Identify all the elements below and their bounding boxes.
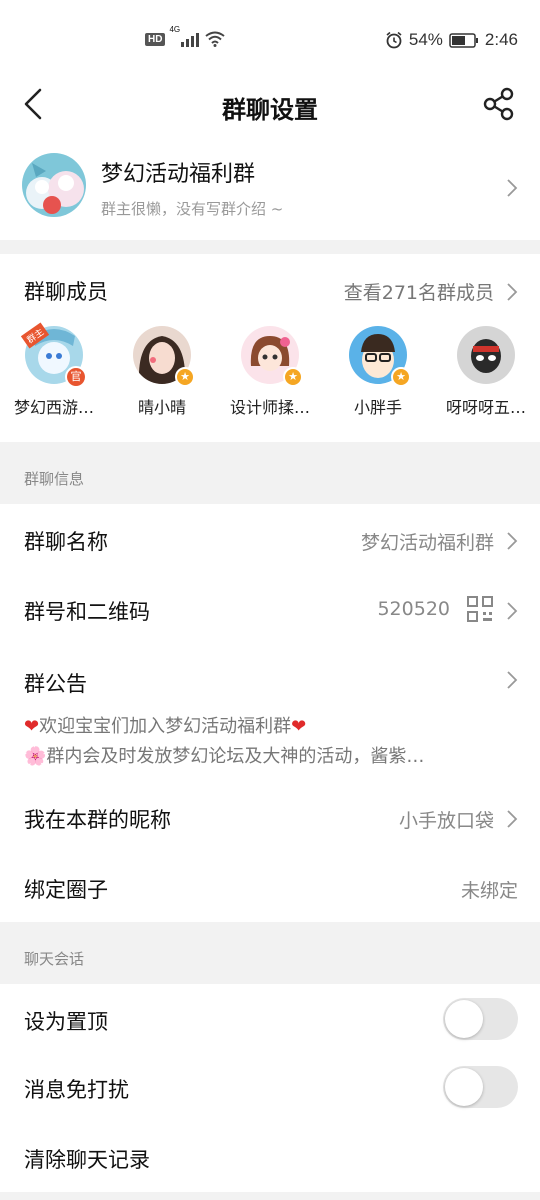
member-name: 呀呀呀五… [445, 398, 526, 417]
mute-toggle[interactable] [443, 1066, 518, 1108]
blossom-icon: 🌸 [24, 746, 47, 767]
bind-circle-value: 未绑定 [460, 880, 518, 902]
status-bar: HD 4G 54% 2:46 [0, 0, 540, 80]
toggle-knob [445, 1000, 483, 1038]
group-name-row[interactable]: 群聊名称 梦幻活动福利群 [0, 504, 540, 574]
group-profile-card[interactable]: 梦幻活动福利群 群主很懒，没有写群介绍 ~ [0, 136, 540, 240]
row-label: 群公告 [24, 672, 87, 696]
section-header-label: 群聊信息 [24, 470, 85, 488]
clear-history-row[interactable]: 清除聊天记录 [0, 1124, 540, 1192]
star-badge-icon: ★ [391, 367, 411, 387]
member-name: 设计师揉… [229, 398, 310, 417]
share-icon [483, 87, 514, 121]
network-indicators: HD 4G [145, 25, 226, 47]
members-title: 群聊成员 [24, 280, 108, 304]
battery-percent: 54% [408, 30, 443, 49]
member-name: 晴小晴 [137, 398, 186, 417]
pin-chat-toggle[interactable] [443, 998, 518, 1040]
view-all-members-link[interactable]: 查看271名群成员 [344, 278, 494, 305]
alarm-icon [386, 31, 402, 49]
row-label: 我在本群的昵称 [24, 808, 171, 832]
group-info-section: 群聊名称 梦幻活动福利群 群号和二维码 520520 群公告 ❤欢迎宝宝们加入梦… [0, 504, 540, 922]
chevron-right-icon [507, 602, 518, 620]
row-label: 设为置顶 [24, 1010, 108, 1034]
my-nickname-row[interactable]: 我在本群的昵称 小手放口袋 [0, 782, 540, 852]
chevron-right-icon [507, 532, 518, 550]
chevron-right-icon [507, 283, 518, 301]
official-badge: 官 [65, 366, 87, 388]
notice-text: 欢迎宝宝们加入梦幻活动福利群 [39, 716, 292, 737]
heart-icon: ❤ [291, 716, 307, 737]
avatar: ★ [349, 326, 411, 387]
group-name: 梦幻活动福利群 [101, 162, 256, 187]
member-item[interactable]: 群主 官 梦幻西游… [0, 322, 108, 418]
group-description: 群主很懒，没有写群介绍 ~ [101, 200, 284, 218]
notice-text: 群内会及时发放梦幻论坛及大神的活动，酱紫… [46, 746, 425, 767]
chevron-right-icon [507, 810, 518, 828]
member-name: 小胖手 [353, 398, 402, 417]
mute-row: 消息免打扰 [0, 1054, 540, 1124]
heart-icon: ❤ [24, 716, 40, 737]
chevron-right-icon [507, 671, 518, 689]
nav-bar: 群聊设置 [0, 76, 540, 136]
avatar: ★ [133, 326, 195, 387]
system-indicators: 54% 2:46 [385, 30, 518, 50]
star-badge-icon: ★ [283, 367, 303, 387]
network-type: 4G [169, 25, 181, 34]
chevron-right-icon [507, 179, 518, 197]
avatar: 群主 官 [20, 322, 87, 388]
row-label: 消息免打扰 [24, 1078, 129, 1102]
row-label: 绑定圈子 [24, 878, 108, 902]
avatar: ★ [241, 326, 303, 387]
notice-line: ❤欢迎宝宝们加入梦幻活动福利群❤ [24, 712, 306, 738]
avatar [457, 326, 515, 384]
chat-settings-section: 设为置顶 消息免打扰 清除聊天记录 [0, 984, 540, 1192]
row-label: 群号和二维码 [24, 600, 150, 624]
hd-icon: HD [145, 32, 166, 46]
clock: 2:46 [484, 30, 518, 49]
member-item[interactable]: ★ 小胖手 [324, 326, 432, 418]
member-name: 梦幻西游… [13, 398, 94, 417]
group-members-section: 群聊成员 查看271名群成员 群主 官 梦幻西游… ★ 晴小晴 ★ 设计师揉… … [0, 254, 540, 442]
clear-history-button[interactable]: 清除聊天记录 [24, 1144, 150, 1174]
member-item[interactable]: ★ 晴小晴 [108, 326, 216, 418]
bind-circle-row[interactable]: 绑定圈子 未绑定 [0, 852, 540, 922]
group-avatar[interactable] [22, 153, 86, 217]
group-name-value: 梦幻活动福利群 [360, 532, 494, 554]
section-header-chat: 聊天会话 [0, 922, 540, 984]
star-badge-icon: ★ [175, 367, 195, 387]
section-header-label: 聊天会话 [24, 950, 85, 968]
group-number-value: 520520 [377, 598, 450, 620]
notice-line: 🌸群内会及时发放梦幻论坛及大神的活动，酱紫… [24, 742, 424, 768]
member-list: 群主 官 梦幻西游… ★ 晴小晴 ★ 设计师揉… ★ 小胖手 呀呀呀五… [0, 322, 540, 418]
pin-chat-row: 设为置顶 [0, 984, 540, 1054]
group-notice-row[interactable]: 群公告 ❤欢迎宝宝们加入梦幻活动福利群❤ 🌸群内会及时发放梦幻论坛及大神的活动，… [0, 644, 540, 782]
section-header-group-info: 群聊信息 [0, 442, 540, 504]
member-item[interactable]: ★ 设计师揉… [216, 326, 324, 418]
qr-code-icon [467, 596, 493, 622]
signal-icon: 4G [169, 25, 200, 47]
group-number-row[interactable]: 群号和二维码 520520 [0, 574, 540, 644]
member-item[interactable]: 呀呀呀五… [432, 326, 540, 418]
my-nickname-value: 小手放口袋 [398, 810, 494, 832]
battery-icon [449, 32, 478, 48]
row-label: 群聊名称 [24, 530, 108, 554]
toggle-knob [445, 1068, 483, 1106]
share-button[interactable] [482, 86, 516, 122]
wifi-icon [205, 31, 226, 47]
page-title: 群聊设置 [222, 96, 318, 124]
